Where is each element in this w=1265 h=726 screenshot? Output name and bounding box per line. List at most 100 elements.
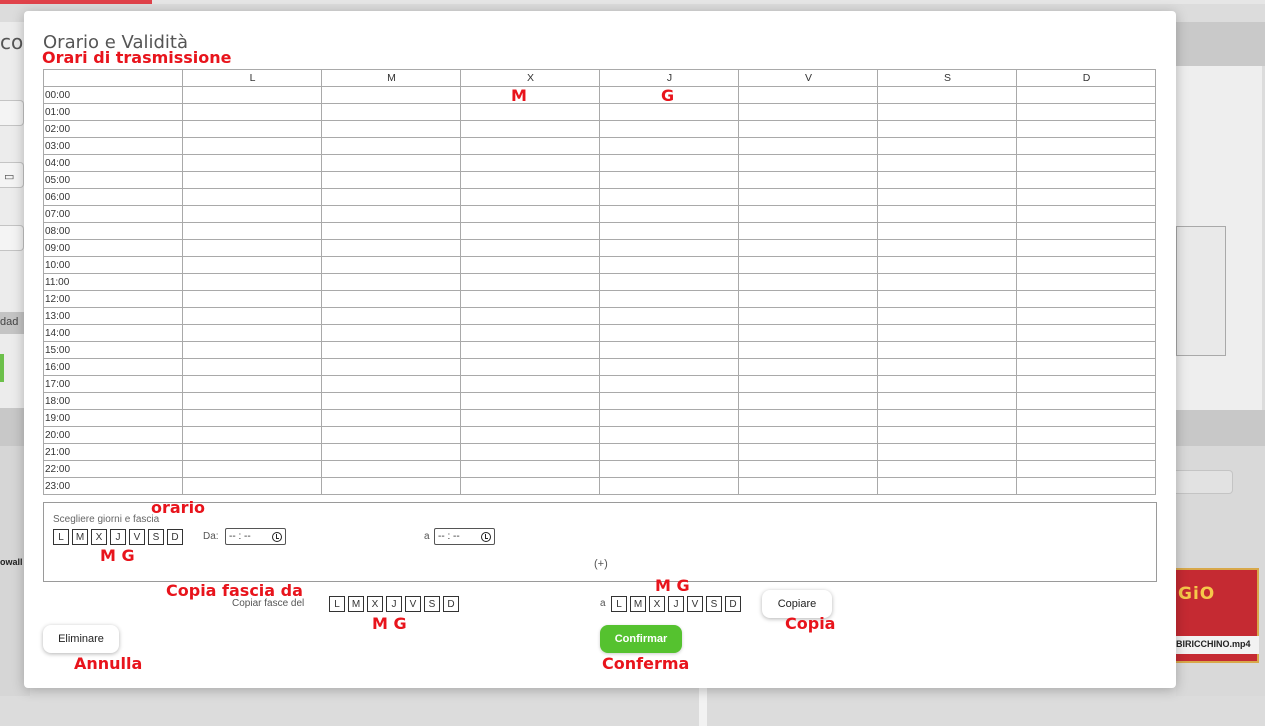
grid-cell[interactable] <box>877 426 1017 444</box>
copy-to-day-checkbox[interactable]: J <box>668 596 684 612</box>
grid-cell[interactable] <box>877 154 1017 172</box>
confirm-button[interactable]: Confirmar <box>600 625 682 653</box>
grid-cell[interactable] <box>460 86 600 104</box>
grid-cell[interactable] <box>321 358 461 376</box>
grid-cell[interactable] <box>738 239 878 257</box>
copy-from-day-checkbox[interactable]: D <box>443 596 459 612</box>
grid-cell[interactable] <box>877 341 1017 359</box>
grid-cell[interactable] <box>1016 154 1156 172</box>
grid-cell[interactable] <box>738 120 878 138</box>
grid-cell[interactable] <box>877 358 1017 376</box>
grid-cell[interactable] <box>460 443 600 461</box>
grid-cell[interactable] <box>877 409 1017 427</box>
grid-cell[interactable] <box>1016 171 1156 189</box>
grid-cell[interactable] <box>877 307 1017 325</box>
grid-cell[interactable] <box>1016 222 1156 240</box>
grid-cell[interactable] <box>321 375 461 393</box>
range-day-checkbox[interactable]: X <box>91 529 107 545</box>
grid-cell[interactable] <box>460 137 600 155</box>
grid-cell[interactable] <box>738 205 878 223</box>
grid-cell[interactable] <box>321 443 461 461</box>
grid-cell[interactable] <box>460 290 600 308</box>
grid-cell[interactable] <box>182 375 322 393</box>
grid-cell[interactable] <box>738 188 878 206</box>
grid-cell[interactable] <box>182 188 322 206</box>
add-range-button[interactable]: (+) <box>594 558 608 570</box>
grid-cell[interactable] <box>1016 443 1156 461</box>
grid-cell[interactable] <box>877 188 1017 206</box>
grid-cell[interactable] <box>877 120 1017 138</box>
grid-cell[interactable] <box>599 154 739 172</box>
grid-cell[interactable] <box>599 375 739 393</box>
grid-cell[interactable] <box>1016 460 1156 478</box>
grid-cell[interactable] <box>738 460 878 478</box>
grid-cell[interactable] <box>1016 392 1156 410</box>
grid-cell[interactable] <box>738 324 878 342</box>
grid-cell[interactable] <box>599 409 739 427</box>
grid-cell[interactable] <box>877 324 1017 342</box>
grid-cell[interactable] <box>599 256 739 274</box>
grid-cell[interactable] <box>1016 120 1156 138</box>
grid-cell[interactable] <box>599 188 739 206</box>
grid-cell[interactable] <box>460 477 600 495</box>
grid-cell[interactable] <box>321 426 461 444</box>
copy-to-day-checkbox[interactable]: V <box>687 596 703 612</box>
grid-cell[interactable] <box>182 409 322 427</box>
grid-cell[interactable] <box>599 358 739 376</box>
copy-from-day-checkbox[interactable]: M <box>348 596 364 612</box>
clock-icon[interactable] <box>481 531 491 542</box>
grid-cell[interactable] <box>877 443 1017 461</box>
copy-to-day-checkbox[interactable]: X <box>649 596 665 612</box>
grid-cell[interactable] <box>321 256 461 274</box>
range-day-checkbox[interactable]: L <box>53 529 69 545</box>
range-day-checkbox[interactable]: M <box>72 529 88 545</box>
grid-cell[interactable] <box>877 222 1017 240</box>
grid-cell[interactable] <box>1016 426 1156 444</box>
grid-cell[interactable] <box>321 324 461 342</box>
grid-cell[interactable] <box>738 222 878 240</box>
grid-cell[interactable] <box>738 103 878 121</box>
grid-cell[interactable] <box>738 426 878 444</box>
grid-cell[interactable] <box>738 443 878 461</box>
grid-cell[interactable] <box>460 341 600 359</box>
grid-cell[interactable] <box>1016 477 1156 495</box>
grid-cell[interactable] <box>321 239 461 257</box>
grid-cell[interactable] <box>877 205 1017 223</box>
grid-cell[interactable] <box>738 137 878 155</box>
grid-cell[interactable] <box>182 341 322 359</box>
grid-cell[interactable] <box>321 477 461 495</box>
grid-cell[interactable] <box>599 307 739 325</box>
grid-cell[interactable] <box>599 324 739 342</box>
grid-cell[interactable] <box>877 392 1017 410</box>
grid-cell[interactable] <box>321 205 461 223</box>
copy-to-day-checkbox[interactable]: L <box>611 596 627 612</box>
grid-cell[interactable] <box>738 375 878 393</box>
grid-cell[interactable] <box>877 171 1017 189</box>
grid-cell[interactable] <box>460 154 600 172</box>
grid-cell[interactable] <box>460 205 600 223</box>
range-day-checkbox[interactable]: V <box>129 529 145 545</box>
grid-cell[interactable] <box>460 409 600 427</box>
grid-cell[interactable] <box>321 120 461 138</box>
grid-cell[interactable] <box>460 222 600 240</box>
grid-cell[interactable] <box>182 392 322 410</box>
grid-cell[interactable] <box>1016 375 1156 393</box>
grid-cell[interactable] <box>877 273 1017 291</box>
grid-cell[interactable] <box>877 239 1017 257</box>
grid-cell[interactable] <box>738 171 878 189</box>
grid-cell[interactable] <box>182 256 322 274</box>
grid-cell[interactable] <box>877 460 1017 478</box>
grid-cell[interactable] <box>182 103 322 121</box>
grid-cell[interactable] <box>1016 103 1156 121</box>
grid-cell[interactable] <box>321 409 461 427</box>
grid-cell[interactable] <box>599 477 739 495</box>
grid-cell[interactable] <box>599 205 739 223</box>
grid-cell[interactable] <box>321 392 461 410</box>
grid-cell[interactable] <box>182 307 322 325</box>
grid-cell[interactable] <box>1016 188 1156 206</box>
grid-cell[interactable] <box>599 137 739 155</box>
grid-cell[interactable] <box>460 239 600 257</box>
grid-cell[interactable] <box>1016 205 1156 223</box>
range-day-checkbox[interactable]: D <box>167 529 183 545</box>
grid-cell[interactable] <box>460 426 600 444</box>
